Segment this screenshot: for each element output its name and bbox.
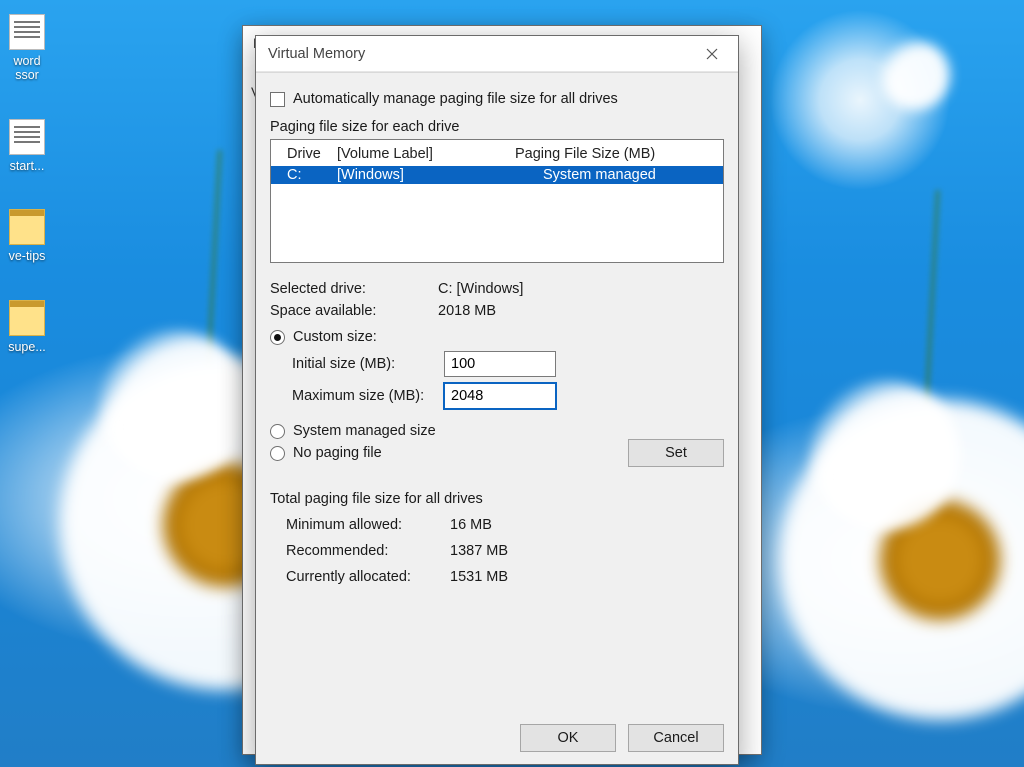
icon-label: ve-tips bbox=[9, 249, 46, 263]
folder-icon bbox=[9, 300, 45, 336]
system-managed-radio[interactable] bbox=[270, 424, 285, 439]
recommended-value: 1387 MB bbox=[450, 543, 724, 559]
selected-drive-label: Selected drive: bbox=[270, 281, 438, 297]
icon-label: word bbox=[13, 54, 40, 68]
initial-size-input[interactable] bbox=[444, 351, 556, 377]
desktop-icon[interactable]: start... bbox=[0, 119, 54, 173]
cancel-button[interactable]: Cancel bbox=[628, 724, 724, 752]
col-size: Paging File Size (MB) bbox=[515, 146, 715, 162]
close-button[interactable] bbox=[692, 40, 732, 68]
auto-manage-checkbox[interactable] bbox=[270, 92, 285, 107]
system-managed-label: System managed size bbox=[293, 423, 436, 439]
totals-header: Total paging file size for all drives bbox=[270, 491, 724, 507]
initial-size-label: Initial size (MB): bbox=[292, 356, 432, 372]
icon-label: supe... bbox=[8, 340, 46, 354]
set-button[interactable]: Set bbox=[628, 439, 724, 467]
ok-button[interactable]: OK bbox=[520, 724, 616, 752]
desktop-icon[interactable]: wordssor bbox=[0, 14, 54, 83]
currently-allocated-label: Currently allocated: bbox=[286, 569, 450, 585]
no-paging-radio[interactable] bbox=[270, 446, 285, 461]
drive-pfsize: System managed bbox=[515, 167, 715, 183]
min-allowed-label: Minimum allowed: bbox=[286, 517, 450, 533]
min-allowed-value: 16 MB bbox=[450, 517, 724, 533]
space-available-label: Space available: bbox=[270, 303, 438, 319]
file-icon bbox=[9, 119, 45, 155]
desktop-icon[interactable]: ve-tips bbox=[0, 209, 54, 263]
no-paging-label: No paging file bbox=[293, 445, 382, 461]
drive-letter: C: bbox=[287, 167, 337, 183]
close-icon bbox=[706, 48, 718, 60]
folder-icon bbox=[9, 209, 45, 245]
icon-label: start... bbox=[10, 159, 45, 173]
maximum-size-input[interactable] bbox=[444, 383, 556, 409]
currently-allocated-value: 1531 MB bbox=[450, 569, 724, 585]
desktop-icons: wordssor start... ve-tips supe... bbox=[0, 10, 54, 354]
dialog-titlebar[interactable]: Virtual Memory bbox=[256, 36, 738, 72]
auto-manage-label: Automatically manage paging file size fo… bbox=[293, 91, 618, 107]
dialog-title: Virtual Memory bbox=[268, 46, 365, 62]
custom-size-radio[interactable] bbox=[270, 330, 285, 345]
selected-drive-value: C: [Windows] bbox=[438, 281, 724, 297]
custom-size-label: Custom size: bbox=[293, 329, 377, 345]
col-drive: Drive bbox=[287, 146, 337, 162]
maximum-size-label: Maximum size (MB): bbox=[292, 388, 432, 404]
section-label: Paging file size for each drive bbox=[270, 119, 724, 135]
drive-volume: [Windows] bbox=[337, 167, 515, 183]
col-volume: [Volume Label] bbox=[337, 146, 515, 162]
recommended-label: Recommended: bbox=[286, 543, 450, 559]
desktop-icon[interactable]: supe... bbox=[0, 300, 54, 354]
virtual-memory-dialog: Virtual Memory Automatically manage pagi… bbox=[255, 35, 739, 765]
file-icon bbox=[9, 14, 45, 50]
drive-row[interactable]: C: [Windows] System managed bbox=[271, 166, 723, 184]
space-available-value: 2018 MB bbox=[438, 303, 724, 319]
drive-list[interactable]: Drive [Volume Label] Paging File Size (M… bbox=[270, 139, 724, 263]
